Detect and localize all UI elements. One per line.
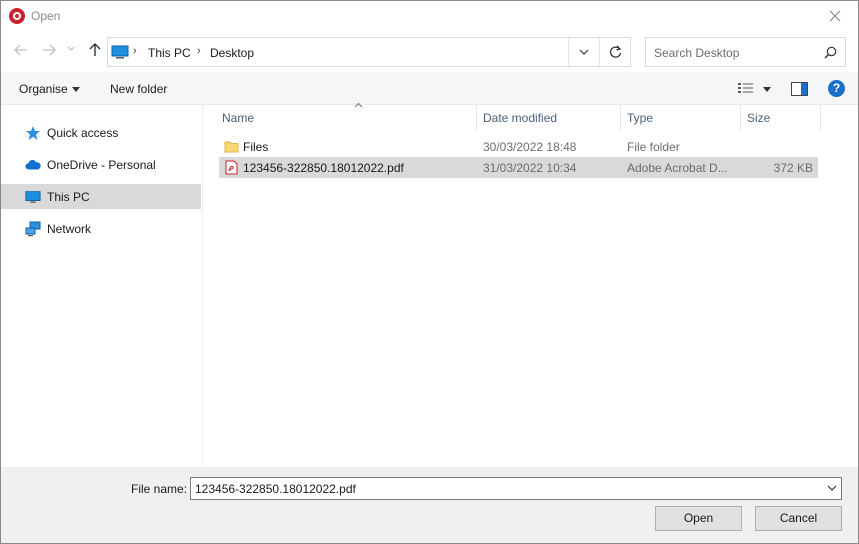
file-size: 372 KB — [773, 161, 813, 175]
column-header-label: Type — [627, 111, 654, 125]
file-row[interactable]: Files 30/03/2022 18:48 File folder — [219, 136, 818, 157]
computer-icon — [25, 191, 41, 203]
arrow-left-icon — [14, 44, 27, 56]
star-icon — [26, 126, 40, 140]
help-icon[interactable]: ? — [828, 80, 845, 97]
command-bar: Organise New folder ? — [1, 72, 858, 105]
file-list: Name Date modified Type Size Files 30/03… — [204, 102, 858, 467]
pdf-icon — [225, 160, 238, 175]
cloud-icon — [25, 160, 41, 170]
file-date-modified: 31/03/2022 10:34 — [483, 161, 577, 175]
file-row[interactable]: 123456-322850.18012022.pdf 31/03/2022 10… — [219, 157, 818, 178]
breadcrumb-this-pc[interactable]: This PC — [148, 46, 191, 60]
column-header-label: Date modified — [483, 111, 558, 125]
column-header-label: Name — [222, 111, 255, 125]
file-name-value: 123456-322850.18012022.pdf — [195, 482, 356, 496]
file-name: 123456-322850.18012022.pdf — [243, 161, 404, 175]
sidebar-item-label: Network — [47, 222, 92, 236]
folder-icon — [224, 141, 239, 153]
file-type: File folder — [627, 140, 680, 154]
sidebar-item-label: OneDrive - Personal — [47, 158, 156, 172]
refresh-button[interactable] — [599, 38, 630, 66]
file-name: Files — [243, 140, 269, 154]
view-options-icon[interactable] — [737, 82, 755, 96]
column-header-type[interactable]: Type — [621, 105, 741, 130]
navigation-bar: › This PC › Desktop Search Desktop — [1, 36, 858, 68]
back-button[interactable] — [13, 42, 31, 60]
breadcrumb-separator: › — [133, 45, 137, 57]
forward-button[interactable] — [41, 42, 59, 60]
navigation-pane: Quick access OneDrive - Personal This PC… — [1, 105, 203, 467]
preview-pane-icon[interactable] — [791, 82, 808, 96]
breadcrumb-separator: › — [197, 45, 201, 57]
chevron-down-icon — [67, 46, 75, 51]
address-bar[interactable]: › This PC › Desktop — [107, 37, 631, 67]
sidebar-item-label: Quick access — [47, 126, 119, 140]
chevron-down-icon — [579, 49, 589, 55]
file-name-label: File name: — [131, 482, 188, 496]
title-bar: Open — [1, 1, 858, 32]
search-input[interactable]: Search Desktop — [645, 37, 846, 67]
open-dialog: Open › This PC › Desktop Search Desktop … — [0, 0, 859, 544]
file-type: Adobe Acrobat D... — [627, 161, 728, 175]
cancel-button[interactable]: Cancel — [755, 506, 842, 531]
dialog-title: Open — [31, 9, 61, 23]
chevron-down-icon[interactable] — [763, 87, 771, 92]
arrow-right-icon — [43, 44, 56, 56]
organise-button[interactable]: Organise — [19, 82, 68, 96]
up-button[interactable] — [87, 42, 105, 60]
file-name-panel: File name: 123456-322850.18012022.pdf Op… — [1, 467, 858, 543]
computer-icon — [111, 45, 129, 59]
address-dropdown-button[interactable] — [568, 38, 599, 66]
close-icon — [829, 10, 841, 22]
chevron-down-icon — [72, 87, 80, 92]
open-button[interactable]: Open — [655, 506, 742, 531]
column-header-date-modified[interactable]: Date modified — [477, 105, 621, 130]
new-folder-button[interactable]: New folder — [110, 82, 167, 96]
sidebar-item-label: This PC — [47, 190, 90, 204]
column-header-size[interactable]: Size — [741, 105, 821, 130]
sidebar-item-this-pc[interactable]: This PC — [1, 184, 201, 209]
sidebar-item-onedrive[interactable]: OneDrive - Personal — [1, 152, 201, 177]
refresh-icon — [609, 45, 622, 58]
file-date-modified: 30/03/2022 18:48 — [483, 140, 577, 154]
app-logo-icon — [9, 8, 25, 24]
sidebar-item-network[interactable]: Network — [1, 216, 201, 241]
column-header-name[interactable]: Name — [216, 102, 477, 130]
close-button[interactable] — [812, 1, 858, 32]
search-placeholder: Search Desktop — [654, 46, 740, 60]
sort-ascending-icon — [354, 102, 363, 108]
file-name-input[interactable]: 123456-322850.18012022.pdf — [190, 477, 842, 500]
sidebar-item-quick-access[interactable]: Quick access — [1, 120, 201, 145]
search-icon — [824, 46, 837, 59]
column-header-label: Size — [747, 111, 771, 125]
chevron-down-icon[interactable] — [827, 485, 837, 492]
arrow-up-icon — [89, 43, 101, 56]
breadcrumb-desktop[interactable]: Desktop — [210, 46, 254, 60]
recent-locations-button[interactable] — [67, 46, 77, 64]
network-icon — [25, 221, 41, 237]
